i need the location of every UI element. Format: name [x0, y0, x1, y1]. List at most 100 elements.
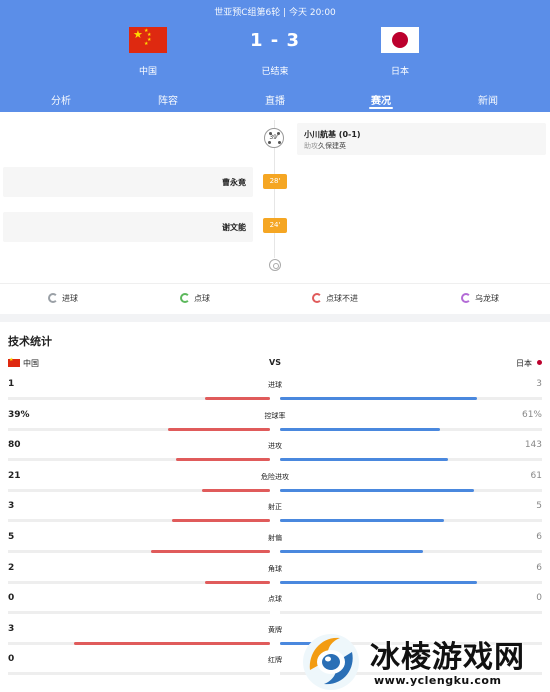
stat-away-value: 61	[530, 470, 542, 481]
event-card-goal[interactable]: 小川航基 (0-1) 助攻久保建英	[297, 123, 546, 155]
event-player: 曹永竟	[222, 178, 246, 187]
home-team[interactable]: ★ ★ ★ ★ ★ 中国	[108, 27, 188, 77]
tab-live[interactable]: 直播	[245, 92, 305, 107]
legend-label: 乌龙球	[475, 294, 499, 303]
event-minute: 39'	[269, 134, 279, 141]
stat-away-bar	[280, 488, 474, 492]
stat-home-track	[8, 611, 270, 615]
stat-row: 3 射正 5	[0, 499, 550, 529]
stat-away-bar	[280, 397, 477, 400]
penalty-icon	[180, 293, 190, 303]
event-player: 小川航基 (0-1)	[304, 130, 361, 139]
stat-row: 21 危险进攻 61	[0, 469, 550, 499]
stat-away-value: 143	[524, 440, 542, 451]
tab-news[interactable]: 新闻	[458, 92, 518, 107]
stat-away-value: 6	[536, 532, 542, 542]
match-status: 已结束	[261, 67, 289, 77]
stat-row: 0 点球 0	[0, 591, 550, 621]
event-card-yellow[interactable]: 谢文能	[3, 212, 253, 242]
assist-label: 助攻	[304, 142, 318, 150]
stat-away-value: 5	[536, 501, 542, 512]
stat-away-track	[280, 488, 542, 492]
stat-away-value: 3	[536, 379, 542, 389]
stat-home-track	[8, 641, 270, 645]
stat-name: 射正	[268, 503, 282, 512]
stat-away-bar	[280, 580, 477, 584]
own-goal-icon	[461, 293, 471, 303]
away-team[interactable]: 日本	[360, 27, 440, 77]
stat-name: 角球	[268, 564, 282, 573]
stat-home-bar	[204, 397, 270, 400]
event-card-yellow[interactable]: 曹永竟	[3, 167, 253, 197]
stat-home-track	[8, 519, 270, 523]
event-minute-badge: 28'	[263, 174, 287, 189]
stat-away-bar	[280, 427, 440, 431]
stat-away-bar	[280, 519, 444, 523]
stat-name: 危险进攻	[261, 472, 289, 481]
away-team-name: 日本	[390, 67, 409, 77]
section-divider	[0, 314, 550, 322]
legend-penalty: 点球	[180, 293, 210, 304]
stat-name: 进球	[268, 381, 282, 389]
stat-name: 点球	[268, 595, 282, 604]
match-info: 世亚预C组第6轮 | 今天 20:00	[214, 8, 336, 18]
stats-away-label: 日本	[516, 359, 532, 368]
stat-row: 80 进攻 143	[0, 438, 550, 468]
legend-own-goal: 乌龙球	[461, 293, 499, 304]
site-logo-icon	[303, 634, 359, 690]
stat-home-bar	[171, 519, 270, 523]
stat-away-track	[280, 580, 542, 584]
japan-flag-icon	[537, 360, 542, 365]
stat-home-track	[8, 550, 270, 553]
stat-away-track	[280, 519, 542, 523]
stat-away-value: 6	[536, 562, 542, 573]
stat-away-track	[280, 458, 542, 462]
stats-away-team: 日本	[516, 358, 542, 369]
stat-away-bar	[280, 458, 448, 462]
stat-row: 39% 控球率 61%	[0, 408, 550, 438]
stat-home-bar	[204, 580, 270, 584]
event-legend: 进球 点球 点球不进 乌龙球	[0, 283, 550, 313]
active-tab-indicator	[369, 107, 393, 109]
goal-ball-icon: 39'	[264, 128, 284, 148]
stat-home-bar	[167, 427, 270, 431]
event-player: 谢文能	[222, 223, 246, 232]
tab-lineup[interactable]: 阵容	[138, 92, 198, 107]
stat-away-track	[280, 611, 542, 615]
stats-header: 中国 VS 日本	[0, 357, 550, 372]
tab-analysis[interactable]: 分析	[31, 92, 91, 107]
stat-row: 5 射偏 6	[0, 530, 550, 560]
stat-home-track	[8, 672, 270, 676]
legend-label: 点球	[194, 294, 210, 303]
stat-home-bar	[150, 550, 270, 553]
event-assist: 助攻久保建英	[304, 141, 346, 151]
tab-match-events[interactable]: 赛况	[351, 92, 411, 107]
event-minute-badge: 24'	[263, 218, 287, 233]
stat-home-track	[8, 397, 270, 400]
stat-home-track	[8, 580, 270, 584]
stat-away-bar	[280, 550, 423, 553]
match-header: 世亚预C组第6轮 | 今天 20:00 ★ ★ ★ ★ ★ 中国 1 - 3 已…	[0, 0, 550, 112]
stat-away-track	[280, 397, 542, 400]
penalty-miss-icon	[312, 293, 322, 303]
stat-home-track	[8, 427, 270, 431]
legend-label: 进球	[62, 294, 78, 303]
stat-name: 控球率	[264, 411, 286, 420]
stat-home-bar	[73, 641, 270, 645]
stat-home-bar	[201, 488, 270, 492]
stats-title: 技术统计	[8, 335, 52, 348]
tab-bar: 分析 阵容 直播 赛况 新闻	[0, 92, 550, 109]
stat-away-track	[280, 550, 542, 553]
stat-away-value: 61%	[521, 409, 542, 420]
legend-penalty-miss: 点球不进	[312, 293, 358, 304]
watermark-title: 冰棱游戏网	[370, 640, 525, 675]
japan-flag-icon	[381, 27, 419, 53]
stat-home-track	[8, 488, 270, 492]
site-watermark: 冰棱游戏网 www.yclengku.com	[298, 630, 550, 692]
stat-row: 2 角球 6	[0, 561, 550, 591]
stat-away-value: 0	[536, 593, 542, 604]
legend-goal: 进球	[48, 293, 78, 304]
stat-name: 进攻	[268, 442, 282, 451]
whistle-icon	[269, 259, 281, 271]
assist-player: 久保建英	[318, 142, 346, 150]
